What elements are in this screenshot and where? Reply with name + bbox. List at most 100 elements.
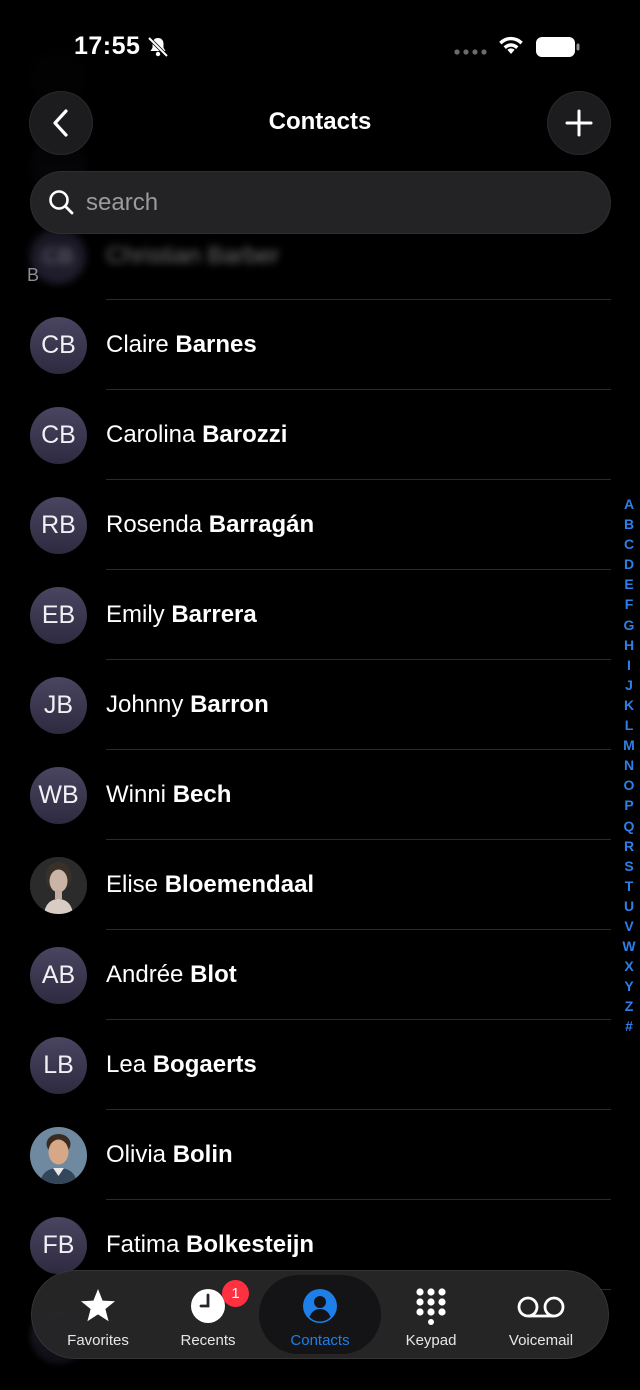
avatar: EB xyxy=(30,587,87,644)
contact-name: Claire Barnes xyxy=(106,331,257,359)
alphabet-index[interactable]: A B C D E F G H I J K L M N O P Q R S T … xyxy=(618,494,640,1037)
star-icon xyxy=(81,1289,115,1322)
first-name: Fatima xyxy=(106,1231,180,1258)
contact-name: Fatima Bolkesteijn xyxy=(106,1231,314,1259)
first-name: Carolina xyxy=(106,421,196,448)
last-name: Blot xyxy=(190,961,237,988)
contact-name: Rosenda Barragán xyxy=(106,511,314,539)
index-letter[interactable]: X xyxy=(618,956,640,976)
index-letter[interactable]: T xyxy=(618,876,640,896)
tab-favorites[interactable]: Favorites xyxy=(43,1275,153,1354)
index-letter[interactable]: E xyxy=(618,574,640,594)
index-letter[interactable]: U xyxy=(618,896,640,916)
battery-icon xyxy=(536,37,580,57)
last-name: Barragán xyxy=(208,511,315,538)
last-name: Barnes xyxy=(175,331,257,358)
index-letter[interactable]: P xyxy=(618,795,640,815)
tab-label: Contacts xyxy=(290,1332,350,1349)
index-letter[interactable]: L xyxy=(618,715,640,735)
index-letter[interactable]: R xyxy=(618,836,640,856)
recents-badge: 1 xyxy=(222,1280,249,1307)
search-input[interactable] xyxy=(86,171,586,234)
silent-bell-icon xyxy=(147,36,169,58)
index-letter[interactable]: H xyxy=(618,635,640,655)
index-letter[interactable]: I xyxy=(618,655,640,675)
index-letter[interactable]: J xyxy=(618,675,640,695)
first-name: Johnny xyxy=(106,691,184,718)
contact-row[interactable]: Olivia Bolin xyxy=(0,1110,615,1200)
last-name: Bloemendaal xyxy=(164,871,315,898)
first-name: Olivia xyxy=(106,1141,167,1168)
first-name: Elise xyxy=(106,871,159,898)
add-contact-button[interactable] xyxy=(547,91,611,155)
voicemail-icon xyxy=(517,1296,565,1318)
avatar: CB xyxy=(30,317,87,374)
index-letter[interactable]: S xyxy=(618,856,640,876)
avatar: AB xyxy=(30,947,87,1004)
avatar: FB xyxy=(30,1217,87,1274)
contact-row[interactable]: EB Emily Barrera xyxy=(0,570,615,660)
index-letter[interactable]: D xyxy=(618,554,640,574)
contact-name: Emily Barrera xyxy=(106,601,257,629)
page-title: Contacts xyxy=(268,108,372,135)
first-name: Emily xyxy=(106,601,165,628)
index-letter[interactable]: O xyxy=(618,775,640,795)
index-letter[interactable]: B xyxy=(618,514,640,534)
first-name: Rosenda xyxy=(106,511,203,538)
avatar: JB xyxy=(30,677,87,734)
tab-keypad[interactable]: Keypad xyxy=(376,1275,486,1354)
index-letter[interactable]: G xyxy=(618,615,640,635)
contact-name: Elise Bloemendaal xyxy=(106,871,314,899)
tab-label: Recents xyxy=(180,1332,236,1349)
index-letter[interactable]: N xyxy=(618,755,640,775)
contact-name: Carolina Barozzi xyxy=(106,421,287,449)
contact-name: Johnny Barron xyxy=(106,691,269,719)
last-name: Bech xyxy=(172,781,232,808)
status-time: 17:55 xyxy=(74,32,141,60)
tab-contacts[interactable]: Contacts xyxy=(259,1275,381,1354)
first-name: Lea xyxy=(106,1051,147,1078)
avatar-photo xyxy=(30,857,87,914)
avatar: RB xyxy=(30,497,87,554)
man-portrait-icon xyxy=(30,1127,87,1184)
signal-dots-icon xyxy=(454,49,487,55)
contact-row[interactable]: RB Rosenda Barragán xyxy=(0,480,615,570)
contact-row[interactable]: CB Carolina Barozzi xyxy=(0,390,615,480)
contact-row[interactable]: JB Johnny Barron xyxy=(0,660,615,750)
keypad-icon xyxy=(416,1288,446,1325)
avatar: LB xyxy=(30,1037,87,1094)
tab-label: Voicemail xyxy=(508,1332,574,1349)
last-name: Bogaerts xyxy=(152,1051,257,1078)
last-name: Bolin xyxy=(172,1141,233,1168)
contact-name: Lea Bogaerts xyxy=(106,1051,257,1079)
wifi-icon xyxy=(499,36,523,54)
index-letter[interactable]: C xyxy=(618,534,640,554)
plus-icon xyxy=(565,109,593,137)
person-circle-icon xyxy=(303,1289,337,1323)
contact-name: Winni Bech xyxy=(106,781,231,809)
contact-row[interactable]: LB Lea Bogaerts xyxy=(0,1020,615,1110)
first-name: Winni xyxy=(106,781,167,808)
tab-bar: Favorites Recents 1 Contacts Keypad Voic… xyxy=(31,1270,609,1359)
index-letter[interactable]: A xyxy=(618,494,640,514)
contact-row[interactable]: CB Claire Barnes xyxy=(0,300,615,390)
index-letter[interactable]: # xyxy=(618,1016,640,1036)
last-name: Bolkesteijn xyxy=(186,1231,315,1258)
avatar: CB xyxy=(30,407,87,464)
tab-voicemail[interactable]: Voicemail xyxy=(486,1275,596,1354)
index-letter[interactable]: W xyxy=(618,936,640,956)
contact-row[interactable]: Elise Bloemendaal xyxy=(0,840,615,930)
index-letter[interactable]: M xyxy=(618,735,640,755)
index-letter[interactable]: K xyxy=(618,695,640,715)
index-letter[interactable]: F xyxy=(618,594,640,614)
woman-portrait-icon xyxy=(30,857,87,914)
search-bar[interactable] xyxy=(30,171,611,234)
avatar: WB xyxy=(30,767,87,824)
index-letter[interactable]: Y xyxy=(618,976,640,996)
contact-row[interactable]: AB Andrée Blot xyxy=(0,930,615,1020)
index-letter[interactable]: Q xyxy=(618,816,640,836)
contact-row[interactable]: WB Winni Bech xyxy=(0,750,615,840)
index-letter[interactable]: V xyxy=(618,916,640,936)
index-letter[interactable]: Z xyxy=(618,996,640,1016)
first-name: Andrée xyxy=(106,961,184,988)
